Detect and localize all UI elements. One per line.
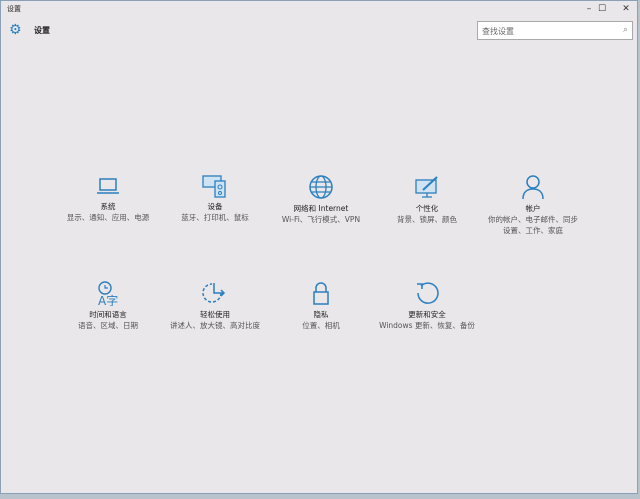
search-placeholder: 查找设置 [482,27,514,36]
laptop-icon [97,178,119,194]
item-title: 时间和语言 [89,310,127,319]
item-desc: 蓝牙、打印机、鼠标 [181,213,249,222]
svg-text:A字: A字 [98,293,118,306]
settings-network[interactable]: 网络和 Internet Wi-Fi、飞行模式、VPN [273,174,369,225]
search-input[interactable]: 查找设置 ⌕ [477,21,633,40]
item-title: 轻松使用 [200,310,230,319]
item-desc: 位置、相机 [302,321,340,330]
item-title: 网络和 Internet [293,204,349,213]
settings-window: 设置 – ☐ ✕ ⚙ 设置 查找设置 ⌕ 系统 显示、通知、应用、电源 设备 蓝… [0,0,638,494]
settings-personalization[interactable]: 个性化 背景、锁屏、颜色 [379,174,475,225]
close-button[interactable]: ✕ [613,3,639,16]
item-desc: 你的帐户、电子邮件、同步设置、工作、家庭 [488,215,578,235]
person-icon [522,175,544,200]
ease-of-access-icon [202,283,226,303]
settings-system[interactable]: 系统 显示、通知、应用、电源 [60,174,156,223]
search-icon: ⌕ [622,25,628,35]
item-desc: 讲述人、放大镜、高对比度 [170,321,260,330]
devices-icon [202,175,226,198]
refresh-icon [417,282,439,304]
item-desc: 背景、锁屏、颜色 [397,215,457,224]
settings-ease-of-access[interactable]: 轻松使用 讲述人、放大镜、高对比度 [167,280,263,331]
title-bar: 设置 – ☐ ✕ [1,1,637,18]
settings-privacy[interactable]: 隐私 位置、相机 [273,280,369,331]
lock-icon [313,282,329,305]
settings-devices[interactable]: 设备 蓝牙、打印机、鼠标 [167,174,263,223]
item-title: 系统 [100,202,116,211]
gear-icon: ⚙ [9,22,22,38]
settings-update-security[interactable]: 更新和安全 Windows 更新、恢复、备份 [379,280,475,331]
time-language-icon: A字 [98,281,118,306]
paint-brush-icon [415,176,438,198]
item-title: 隐私 [313,310,329,319]
item-title: 帐户 [525,204,541,213]
settings-accounts[interactable]: 帐户 你的帐户、电子邮件、同步设置、工作、家庭 [485,174,581,236]
item-title: 个性化 [415,204,439,213]
item-desc: Wi-Fi、飞行模式、VPN [281,215,361,224]
item-desc: 语音、区域、日期 [78,321,138,330]
item-title: 更新和安全 [408,310,446,319]
item-desc: Windows 更新、恢复、备份 [379,321,475,330]
item-desc: 显示、通知、应用、电源 [66,213,150,222]
window-title: 设置 [7,5,21,13]
globe-icon [309,175,333,199]
item-title: 设备 [207,202,223,211]
maximize-button[interactable]: ☐ [589,3,615,16]
settings-time-language[interactable]: A字 时间和语言 语音、区域、日期 [60,280,156,331]
page-title: 设置 [34,26,50,35]
